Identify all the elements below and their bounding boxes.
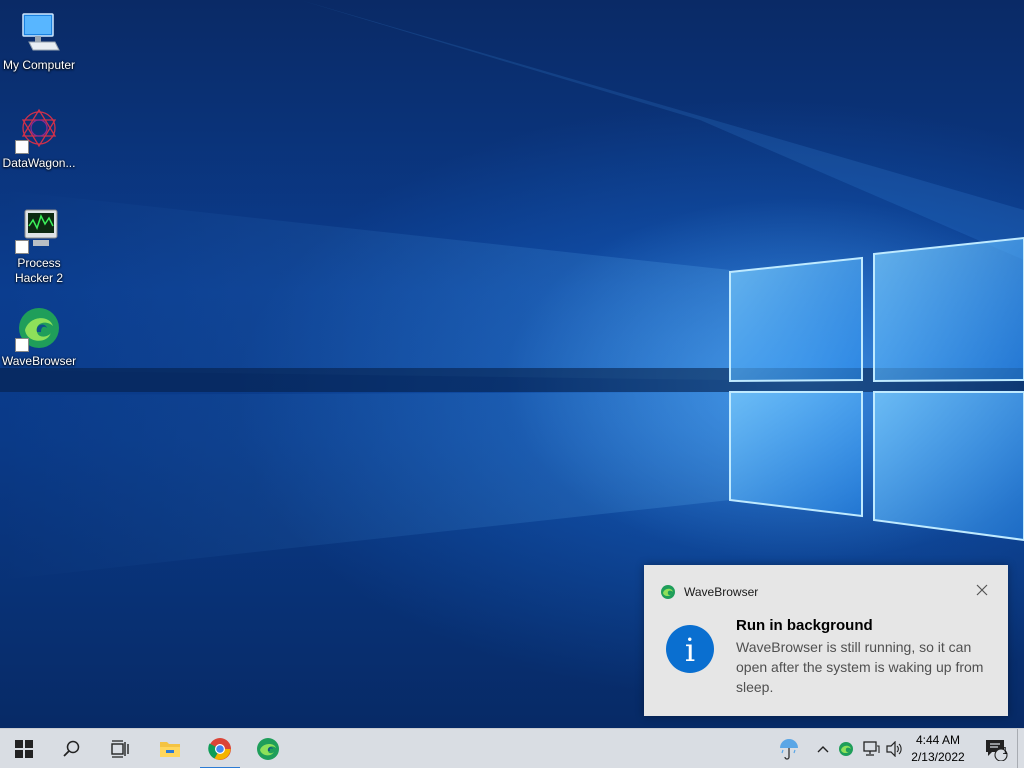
desktop-icon-datawagon[interactable]: DataWagon... bbox=[0, 106, 78, 171]
volume-button[interactable] bbox=[884, 729, 906, 768]
desktop-icon-label: DataWagon... bbox=[2, 156, 76, 170]
toast-body: WaveBrowser is still running, so it can … bbox=[736, 639, 984, 695]
toast-notification[interactable]: WaveBrowser i Run in background WaveBrow… bbox=[644, 565, 1008, 716]
network-button[interactable] bbox=[860, 729, 882, 768]
wavebrowser-icon bbox=[661, 585, 675, 599]
datawagon-icon bbox=[15, 106, 63, 154]
clock-time: 4:44 AM bbox=[915, 733, 961, 747]
chrome-button[interactable] bbox=[196, 729, 244, 768]
file-explorer-button[interactable] bbox=[146, 729, 194, 768]
chevron-up-icon bbox=[817, 746, 829, 753]
umbrella-icon bbox=[780, 739, 798, 760]
search-icon bbox=[63, 740, 80, 757]
show-hidden-icons-button[interactable] bbox=[814, 729, 832, 768]
info-icon: i bbox=[666, 625, 714, 673]
desktop-icon-process-hacker[interactable]: Process Hacker 2 bbox=[0, 206, 78, 286]
network-icon bbox=[863, 741, 880, 756]
desktop-icon-label: My Computer bbox=[2, 58, 76, 72]
notification-count-badge: 1 bbox=[1002, 746, 1008, 757]
task-view-icon bbox=[111, 740, 129, 758]
shortcut-arrow-icon bbox=[15, 338, 29, 352]
wavebrowser-icon bbox=[15, 304, 63, 352]
chrome-icon bbox=[208, 738, 231, 760]
task-view-button[interactable] bbox=[96, 729, 144, 768]
desktop-icon-label: WaveBrowser bbox=[1, 354, 77, 368]
show-desktop-button[interactable] bbox=[1017, 729, 1024, 768]
wavebrowser-icon bbox=[257, 738, 279, 760]
toast-title: Run in background bbox=[736, 617, 873, 634]
toast-app-header: WaveBrowser bbox=[660, 584, 758, 600]
desktop-icon-label: Process Hacker 2 bbox=[14, 256, 64, 285]
close-icon bbox=[976, 584, 988, 596]
tray-wavebrowser[interactable] bbox=[836, 729, 856, 768]
action-center-button[interactable]: 1 bbox=[978, 729, 1014, 768]
desktop: My Computer DataWagon... Process Hacker … bbox=[0, 0, 1024, 728]
desktop-icon-my-computer[interactable]: My Computer bbox=[0, 8, 78, 73]
search-button[interactable] bbox=[48, 729, 96, 768]
clock-button[interactable]: 4:44 AM 2/13/2022 bbox=[904, 732, 972, 766]
process-hacker-icon bbox=[15, 206, 63, 254]
computer-icon bbox=[15, 8, 63, 56]
shortcut-arrow-icon bbox=[15, 140, 29, 154]
desktop-icon-wavebrowser[interactable]: WaveBrowser bbox=[0, 304, 78, 369]
wavebrowser-icon bbox=[839, 742, 853, 756]
windows-logo-icon bbox=[15, 740, 33, 758]
start-button[interactable] bbox=[0, 729, 48, 768]
taskbar: 4:44 AM 2/13/2022 1 bbox=[0, 728, 1024, 768]
info-glyph: i bbox=[684, 631, 696, 669]
speaker-icon bbox=[886, 741, 902, 757]
clock-date: 2/13/2022 bbox=[911, 750, 965, 764]
toast-app-name: WaveBrowser bbox=[684, 585, 759, 599]
wavebrowser-button[interactable] bbox=[244, 729, 292, 768]
folder-icon bbox=[160, 742, 180, 757]
shortcut-arrow-icon bbox=[15, 240, 29, 254]
weather-button[interactable] bbox=[776, 729, 802, 768]
toast-close-button[interactable] bbox=[974, 582, 990, 598]
